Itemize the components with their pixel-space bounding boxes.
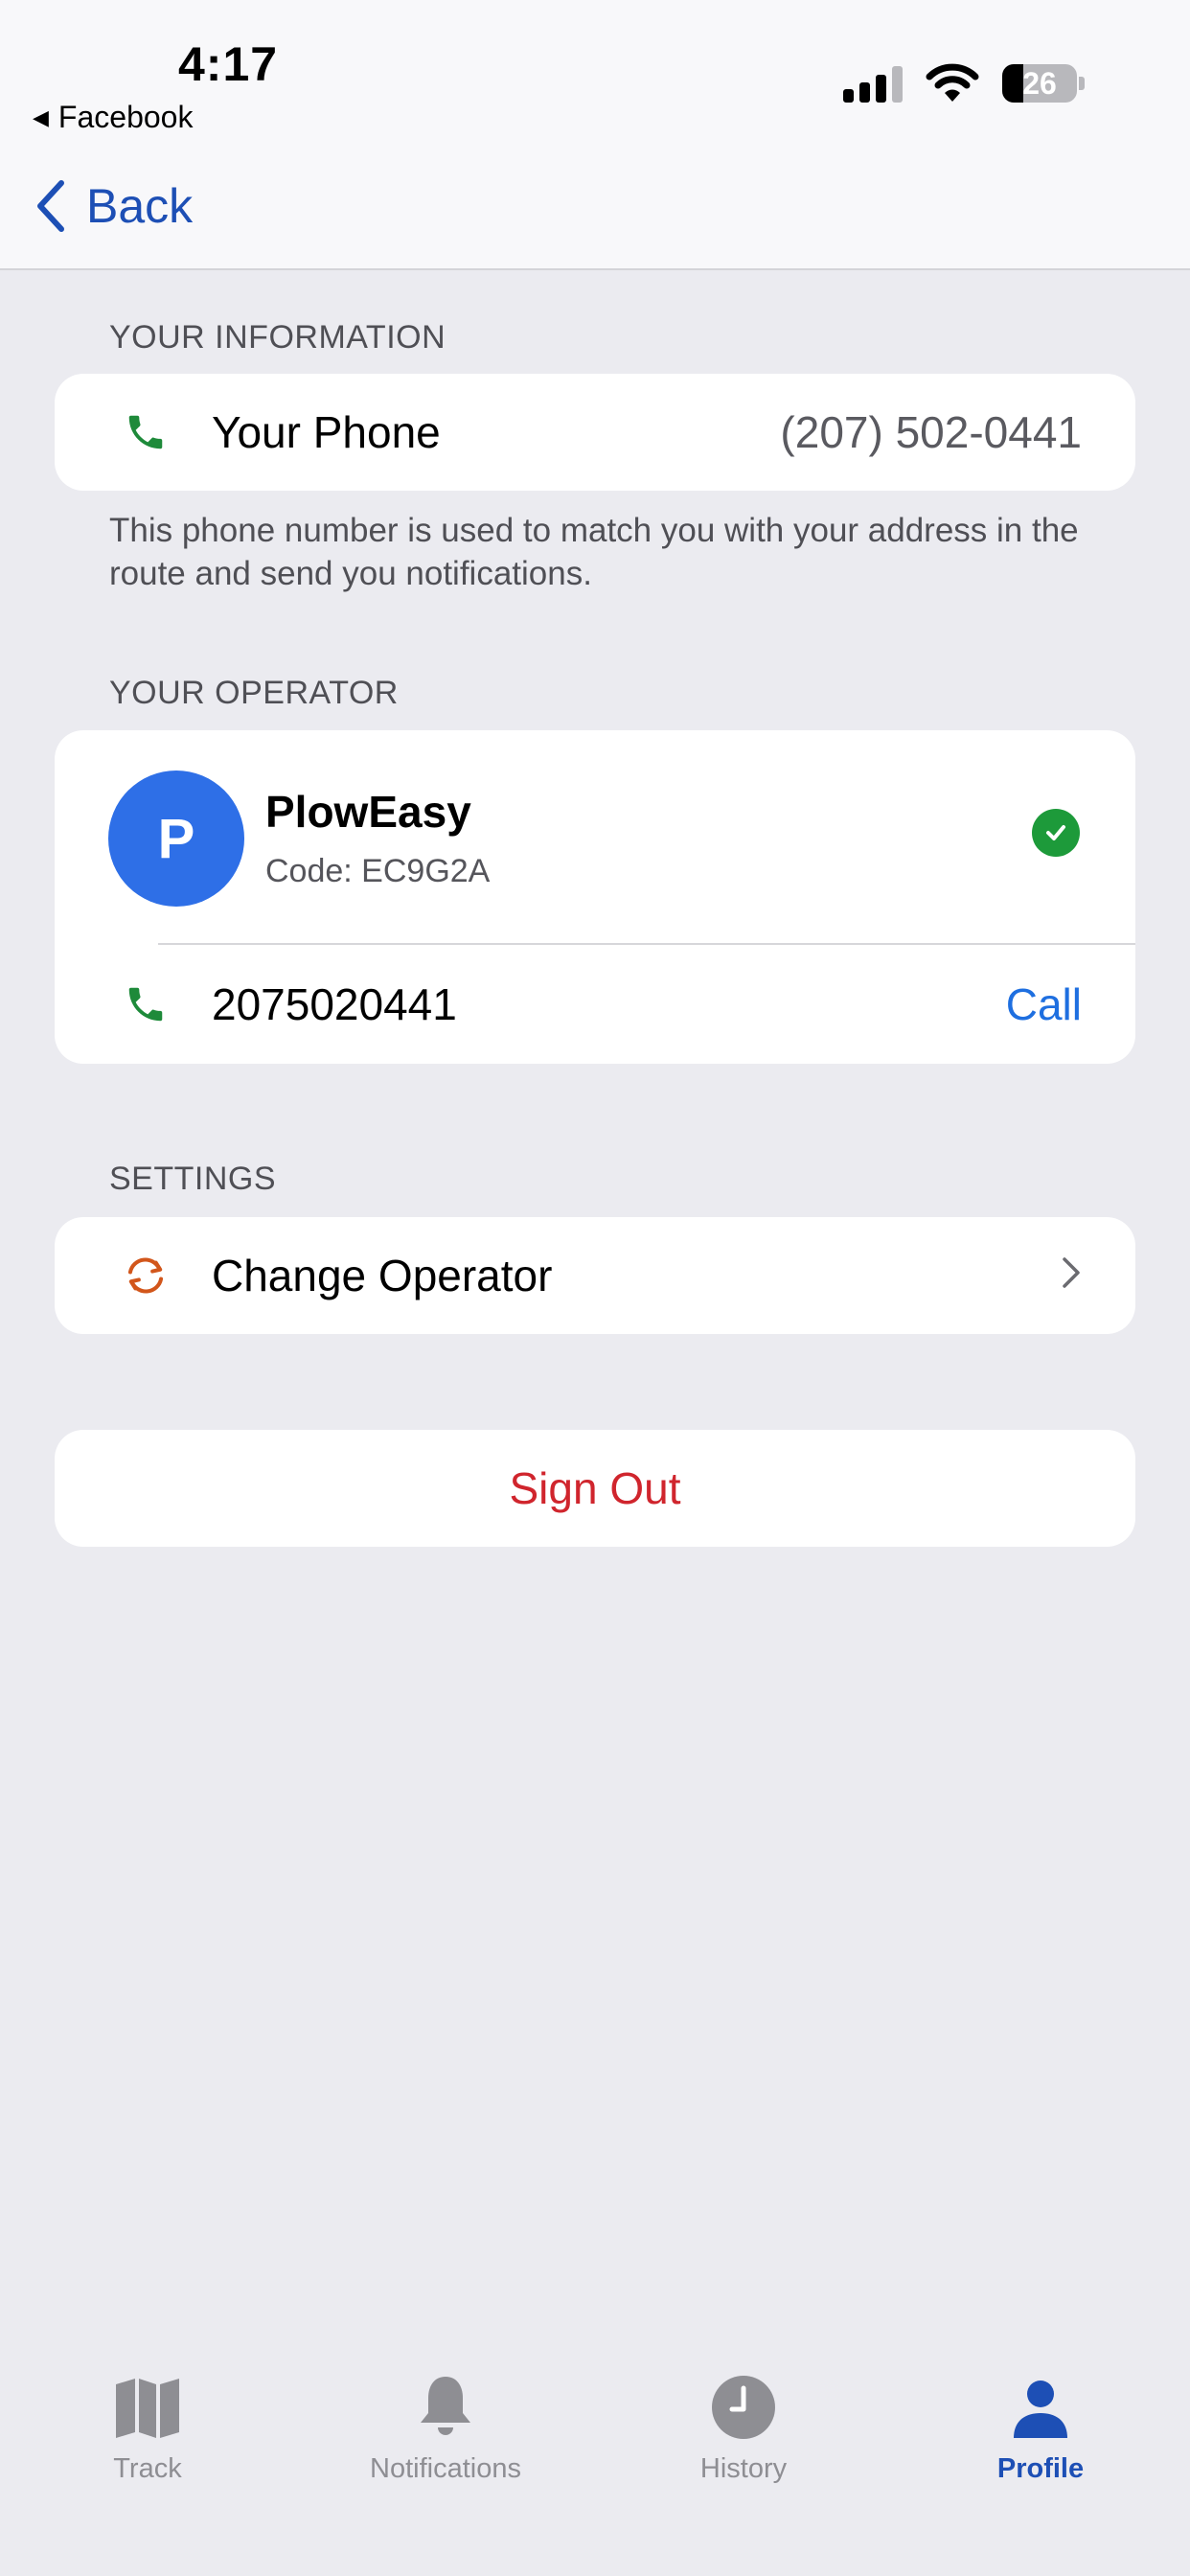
refresh-icon [122, 1252, 170, 1300]
settings-header: SETTINGS [109, 1161, 277, 1197]
status-time: 4:17 [178, 37, 279, 91]
battery-level: 26 [1022, 65, 1057, 101]
tab-label-notifications: Notifications [370, 2453, 521, 2484]
phone-icon [122, 408, 170, 456]
back-triangle-icon: ◀ [33, 104, 49, 129]
your-phone-card: Your Phone (207) 502-0441 [55, 374, 1135, 491]
operator-avatar: P [108, 770, 244, 907]
chevron-right-icon [1061, 1252, 1082, 1300]
clock-icon [711, 2367, 776, 2440]
operator-phone-number: 2075020441 [212, 979, 457, 1029]
back-to-app-link[interactable]: ◀ Facebook [33, 100, 193, 135]
tab-label-track: Track [113, 2453, 182, 2484]
tab-history[interactable]: History [600, 2367, 887, 2485]
tab-label-history: History [699, 2453, 788, 2484]
chevron-left-icon [37, 180, 64, 232]
change-operator-button[interactable]: Change Operator [55, 1217, 1135, 1334]
wifi-icon [926, 63, 979, 102]
your-phone-label: Your Phone [212, 407, 441, 457]
status-icons: 26 [843, 63, 1085, 104]
back-app-label: Facebook [57, 100, 194, 134]
tab-track[interactable]: Track [4, 2367, 291, 2485]
phone-icon [122, 980, 170, 1028]
back-button[interactable]: Back [34, 178, 193, 234]
battery-indicator: 26 [1002, 64, 1085, 103]
sign-out-button[interactable]: Sign Out [55, 1430, 1135, 1547]
change-operator-label: Change Operator [212, 1251, 553, 1300]
back-label: Back [86, 179, 194, 233]
operator-card: P PlowEasy Code: EC9G2A 2075020441 Call [55, 730, 1135, 1064]
phone-footnote: This phone number is used to match you w… [109, 512, 1079, 592]
your-operator-header: YOUR OPERATOR [109, 675, 399, 711]
cellular-signal-icon [843, 64, 903, 103]
bell-icon [415, 2367, 476, 2440]
operator-name: PlowEasy [265, 787, 471, 837]
call-button[interactable]: Call [1006, 978, 1082, 1030]
your-phone-value: (207) 502-0441 [780, 407, 1082, 457]
verified-check-icon [1032, 809, 1080, 857]
person-icon [1012, 2367, 1069, 2440]
tab-notifications[interactable]: Notifications [302, 2367, 589, 2485]
tab-label-profile: Profile [996, 2453, 1085, 2484]
operator-code: Code: EC9G2A [265, 853, 491, 889]
your-phone-row: Your Phone (207) 502-0441 [55, 374, 1135, 491]
operator-phone-row: 2075020441 Call [55, 945, 1135, 1064]
your-information-header: YOUR INFORMATION [109, 319, 446, 356]
tab-profile[interactable]: Profile [897, 2367, 1184, 2485]
map-icon [114, 2367, 181, 2440]
tab-bar: Track Notifications History Profile [0, 2338, 1190, 2576]
top-bar: 4:17 ◀ Facebook 26 Back [0, 0, 1190, 270]
